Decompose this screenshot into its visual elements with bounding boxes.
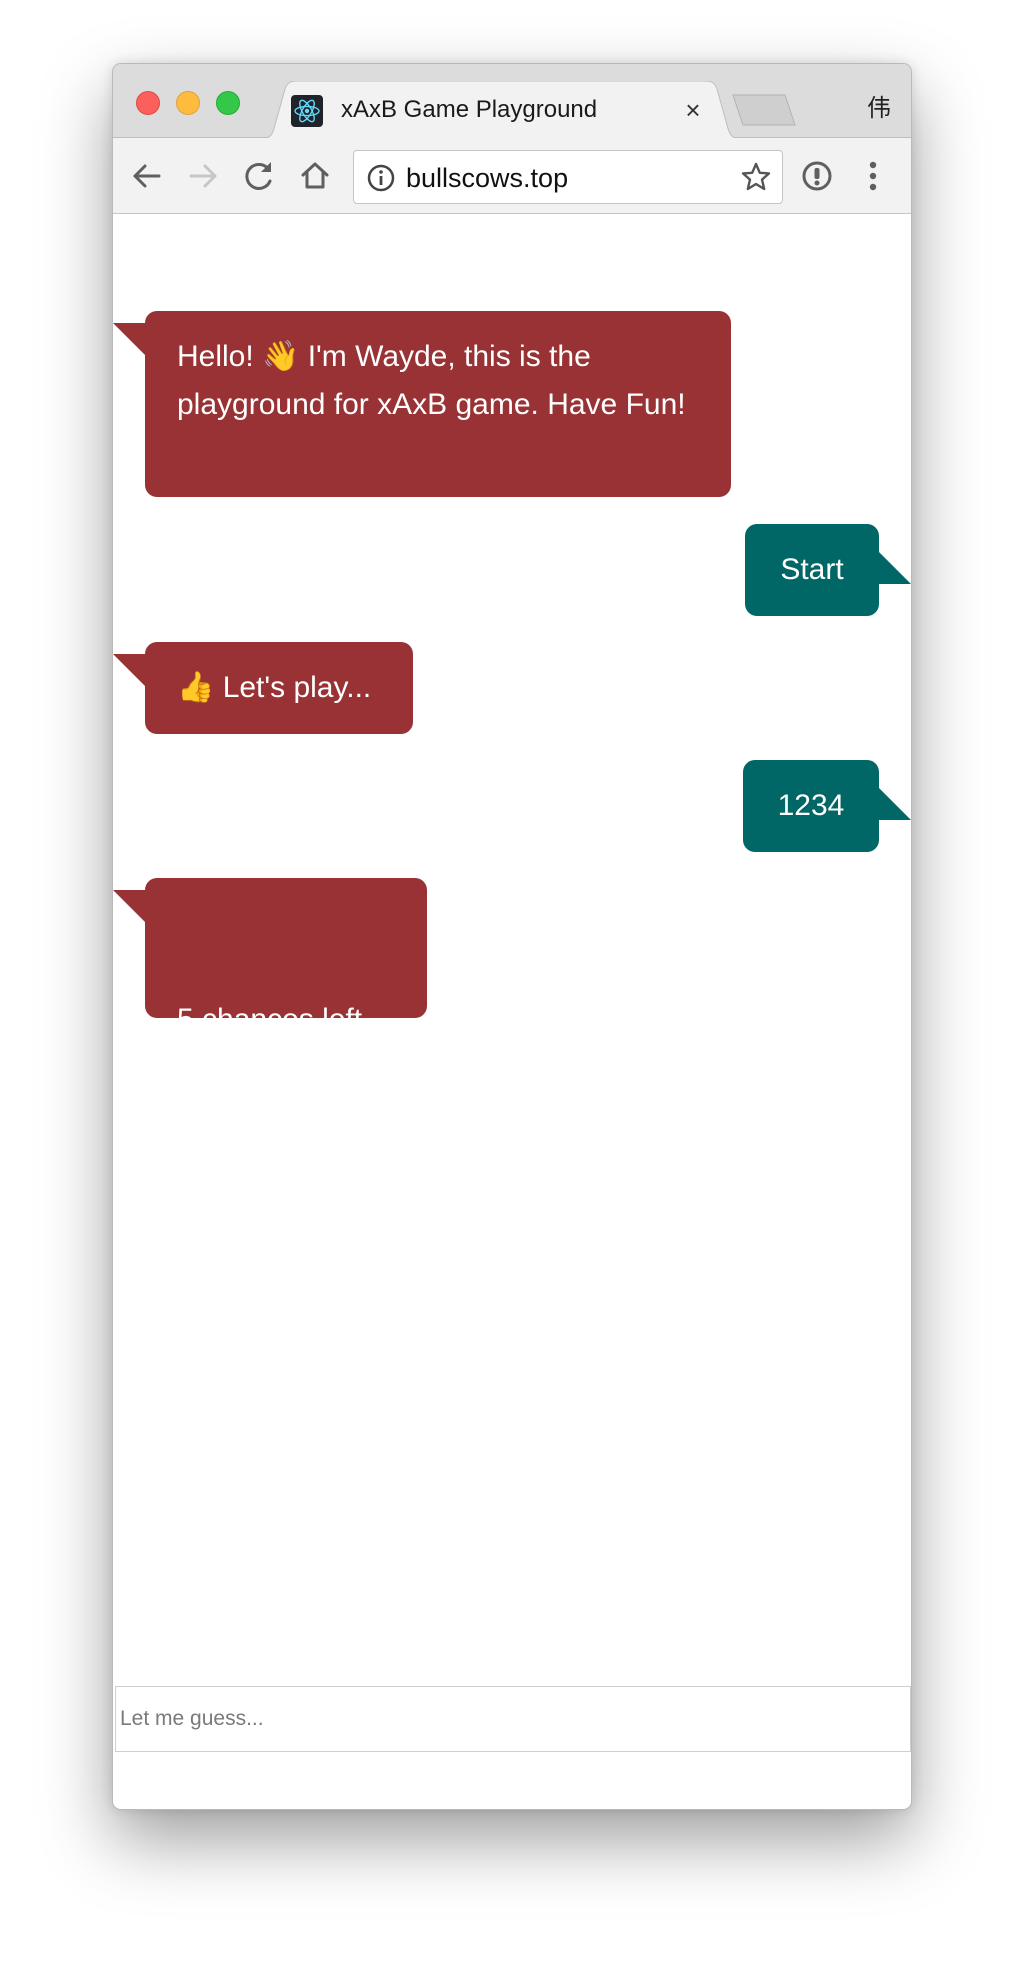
arrow-left-icon bbox=[133, 164, 161, 188]
bubble-tail bbox=[877, 550, 911, 584]
arrow-right-icon bbox=[189, 164, 217, 188]
info-icon[interactable] bbox=[366, 163, 396, 193]
window-minimize-button[interactable] bbox=[176, 91, 200, 115]
guess-input[interactable] bbox=[115, 1686, 911, 1752]
extension-button[interactable] bbox=[793, 152, 841, 200]
bubble-tail bbox=[113, 654, 147, 688]
reload-icon bbox=[245, 162, 272, 190]
tab-title: xAxB Game Playground bbox=[341, 96, 598, 123]
chat-page: Hello! 👋 I'm Wayde, this is the playgrou… bbox=[113, 214, 911, 1809]
user-message-text: Start bbox=[780, 553, 844, 586]
home-icon bbox=[301, 162, 329, 189]
bot-message: 5 chances left. tips: 1A1B bbox=[113, 878, 427, 1084]
bubble-tail bbox=[877, 786, 911, 820]
bubble-tail bbox=[113, 890, 147, 924]
bot-message: 👍 Let's play... bbox=[113, 642, 413, 734]
new-tab-button[interactable] bbox=[731, 94, 797, 126]
password-manager-icon bbox=[802, 161, 832, 191]
user-message-text: 1234 bbox=[777, 789, 845, 822]
bot-message: Hello! 👋 I'm Wayde, this is the playgrou… bbox=[113, 311, 731, 497]
home-button[interactable] bbox=[291, 152, 339, 200]
bot-message-text: 👍 Let's play... bbox=[177, 671, 372, 704]
user-message: 1234 bbox=[743, 760, 911, 852]
window-close-button[interactable] bbox=[136, 91, 160, 115]
bot-message-text: 5 chances left. tips: 1A1B bbox=[177, 1003, 371, 1084]
forward-button[interactable] bbox=[179, 152, 227, 200]
reload-button[interactable] bbox=[235, 152, 283, 200]
bubble-tail bbox=[113, 323, 147, 357]
window-maximize-button[interactable] bbox=[216, 91, 240, 115]
tab-close-icon[interactable]: × bbox=[678, 95, 708, 125]
react-logo-icon bbox=[291, 95, 323, 127]
bookmark-star-icon[interactable] bbox=[740, 161, 772, 193]
more-vertical-icon bbox=[869, 161, 877, 191]
browser-window: xAxB Game Playground × 伟 bullscows.top H… bbox=[112, 63, 912, 1810]
profile-name[interactable]: 伟 bbox=[867, 88, 891, 123]
address-bar[interactable]: bullscows.top bbox=[353, 150, 783, 204]
user-message: Start bbox=[745, 524, 911, 616]
bot-message-text: Hello! 👋 I'm Wayde, this is the playgrou… bbox=[177, 340, 686, 421]
back-button[interactable] bbox=[123, 152, 171, 200]
browser-toolbar: bullscows.top bbox=[113, 138, 911, 214]
address-url[interactable]: bullscows.top bbox=[406, 163, 568, 193]
tab-strip: xAxB Game Playground × 伟 bbox=[113, 64, 911, 139]
menu-button[interactable] bbox=[849, 152, 897, 200]
tab-active[interactable]: xAxB Game Playground × bbox=[261, 81, 741, 139]
